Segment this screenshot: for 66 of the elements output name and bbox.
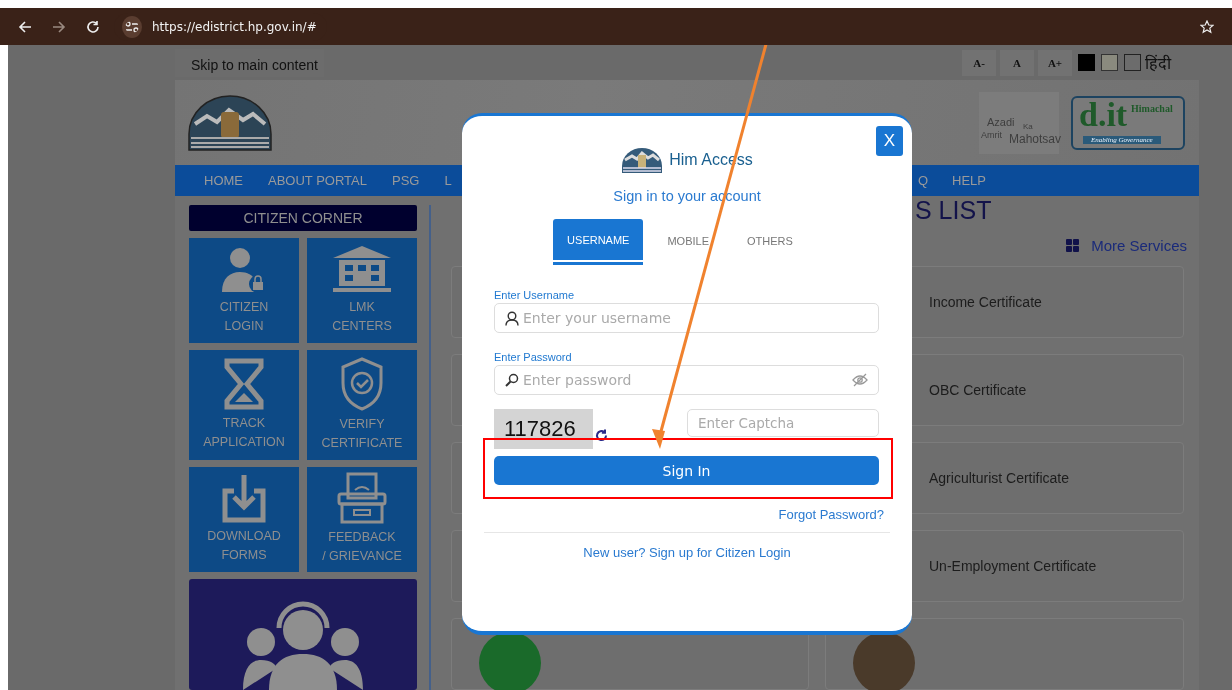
language-link[interactable]: हिंदी [1145,51,1171,74]
card-title: OBC Certificate [929,382,1027,398]
grid-icon [1066,239,1080,252]
card-title: Income Certificate [929,294,1042,310]
service-tile[interactable]: VERIFY CERTIFICATE [307,349,417,460]
font-size-button[interactable]: A [1000,49,1034,76]
card-title: Un-Employment Certificate [929,558,1097,574]
download-icon [222,473,266,524]
nav-link[interactable]: ABOUT PORTAL [268,173,367,188]
nav-link[interactable]: PSG [392,173,420,188]
captcha-field[interactable]: Enter Captcha [687,409,879,437]
logo-text: Amrit [981,129,1002,140]
contrast-swatch[interactable] [1101,54,1118,71]
tile-label: TRACK APPLICATION [203,414,285,451]
service-tile[interactable]: FEEDBACK / GRIEVANCE [307,466,417,572]
hourglass-icon [223,357,265,410]
section-title: CITIZEN CORNER [189,205,417,231]
service-card[interactable] [825,618,1184,690]
url-text: https://edistrict.hp.gov.in/# [152,19,317,34]
site-settings-icon[interactable] [122,15,142,38]
more-services-link[interactable]: More Services [1066,237,1187,254]
logo-text: Himachal [1131,102,1173,114]
field-label: Enter Username [494,289,576,301]
section-heading: S LIST [915,196,992,225]
tile-label: DOWNLOAD FORMS [207,528,281,565]
font-size-button[interactable]: A- [962,49,996,76]
signup-link[interactable]: New user? Sign up for Citizen Login [583,545,791,560]
contrast-swatch[interactable] [1124,54,1141,71]
tile-label: CITIZEN LOGIN [219,299,269,336]
emblem-logo [621,146,664,174]
tile-label: VERIFY CERTIFICATE [321,415,403,452]
logo-text: Mahotsav [1009,131,1062,146]
captcha-image: 117826 [494,409,593,449]
service-icon [853,632,915,690]
service-tile[interactable]: CITIZEN LOGIN [189,237,299,343]
service-tile[interactable]: DOWNLOAD FORMS [189,466,299,572]
shield-check-icon [340,356,384,411]
close-button[interactable]: X [876,126,903,156]
nav-link[interactable]: HOME [204,173,243,188]
forward-arrow-icon[interactable] [52,19,66,34]
logo-text: d.it [1079,95,1128,134]
refresh-icon[interactable] [595,429,608,442]
service-icon [479,632,541,690]
login-tab[interactable]: USERNAME [553,219,644,262]
helpdesk-tile[interactable] [189,578,417,690]
contrast-swatch[interactable] [1078,54,1095,71]
building-icon [331,244,393,295]
reload-icon[interactable] [86,19,100,34]
service-tile[interactable]: LMK CENTERS [307,237,417,343]
hidden-eye-icon[interactable] [852,373,868,387]
feedback-box-icon [336,472,388,525]
nav-link[interactable]: Q [917,173,929,188]
tile-label: FEEDBACK / GRIEVANCE [322,529,402,566]
service-tile[interactable]: TRACK APPLICATION [189,349,299,460]
username-field[interactable]: Enter your username [494,303,879,333]
nav-link[interactable]: HELP [952,173,986,188]
font-size-button[interactable]: A+ [1038,49,1072,76]
field-label: Enter Password [494,351,573,363]
sign-in-button[interactable]: Sign In [494,456,879,485]
logo-text: Azadi [987,115,1015,128]
password-field[interactable]: Enter password [494,365,879,395]
card-title: Agriculturist Certificate [929,470,1070,486]
bookmark-star-icon[interactable] [1200,19,1214,34]
nav-link[interactable]: L [444,173,452,188]
back-arrow-icon[interactable] [18,19,32,34]
tile-label: LMK CENTERS [332,299,392,336]
